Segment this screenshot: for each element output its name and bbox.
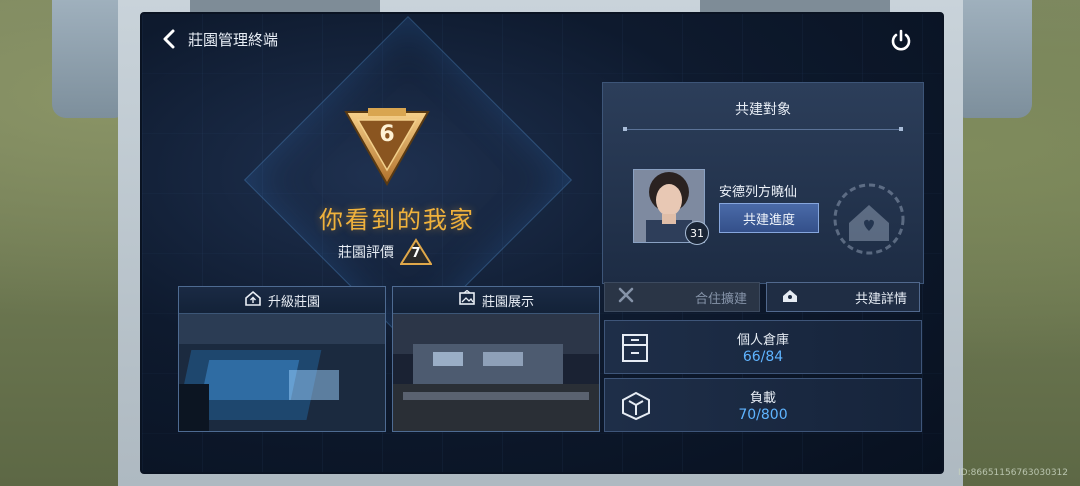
power-icon[interactable] (888, 28, 914, 54)
coop-title: 共建對象 (735, 102, 791, 118)
partner-name: 安德列方曉仙 (719, 185, 798, 200)
divider-dot (899, 127, 903, 131)
coop-progress-button[interactable]: 共建進度 (719, 203, 819, 233)
estate-showcase-label: 莊園展示 (481, 294, 534, 310)
coop-details-button[interactable]: 共建詳情 (766, 282, 920, 312)
rating-value: 7 (411, 246, 421, 261)
cohabit-expand-label: 合住擴建 (694, 291, 747, 307)
page-title: 莊園管理終端 (188, 30, 279, 49)
divider (623, 129, 903, 130)
storage-value: 66/84 (742, 349, 784, 365)
rating-triangle-icon: 7 (399, 238, 433, 266)
load-value: 70/800 (738, 407, 788, 423)
screen-header: 莊園管理終端 (158, 28, 278, 50)
upgrade-estate-image (179, 314, 385, 431)
estate-showcase-card[interactable]: 莊園展示 (392, 286, 600, 432)
terminal-top-bar-left (190, 0, 380, 12)
estate-showcase-header: 莊園展示 (393, 287, 599, 314)
divider-dot (623, 127, 627, 131)
rating-label: 莊園評價 (338, 245, 394, 261)
back-arrow-icon[interactable] (158, 28, 180, 50)
storage-label: 個人倉庫 (736, 333, 789, 348)
estate-level-number: 6 (379, 122, 395, 147)
player-id-watermark: ID:86651156763030312 (958, 468, 1068, 478)
coop-details-label: 共建詳情 (854, 291, 907, 307)
estate-rating: 莊園評價 7 (338, 238, 433, 266)
load-label: 負載 (749, 391, 776, 406)
upgrade-estate-card[interactable]: 升級莊園 (178, 286, 386, 432)
terminal-arm-left (52, 0, 128, 118)
partner-level-badge: 31 (685, 221, 709, 245)
terminal-top-bar-right (700, 0, 890, 12)
terminal-arm-right (952, 0, 1032, 118)
picture-frame-icon (458, 289, 476, 310)
load-box[interactable]: 負載 70/800 (604, 378, 922, 432)
personal-storage-box[interactable]: 個人倉庫 66/84 (604, 320, 922, 374)
estate-showcase-image (393, 314, 599, 431)
coop-panel: 共建對象 31 安德列方曉仙 共建進度 (602, 82, 924, 284)
estate-name: 你看到的我家 (319, 206, 475, 234)
house-upgrade-icon (244, 290, 262, 310)
house-heart-emblem-icon (825, 179, 913, 259)
upgrade-estate-label: 升級莊園 (267, 294, 320, 310)
wrench-tools-icon (617, 286, 637, 308)
estate-level-badge: 6 (342, 106, 432, 187)
cohabit-expand-button[interactable]: 合住擴建 (604, 282, 760, 312)
house-hands-icon (779, 286, 801, 308)
upgrade-estate-header: 升級莊園 (179, 287, 385, 314)
terminal-screen: 莊園管理終端 6 你看到的我家 莊園評價 7 升級莊園 莊園展示 共建對象 31… (140, 12, 944, 474)
